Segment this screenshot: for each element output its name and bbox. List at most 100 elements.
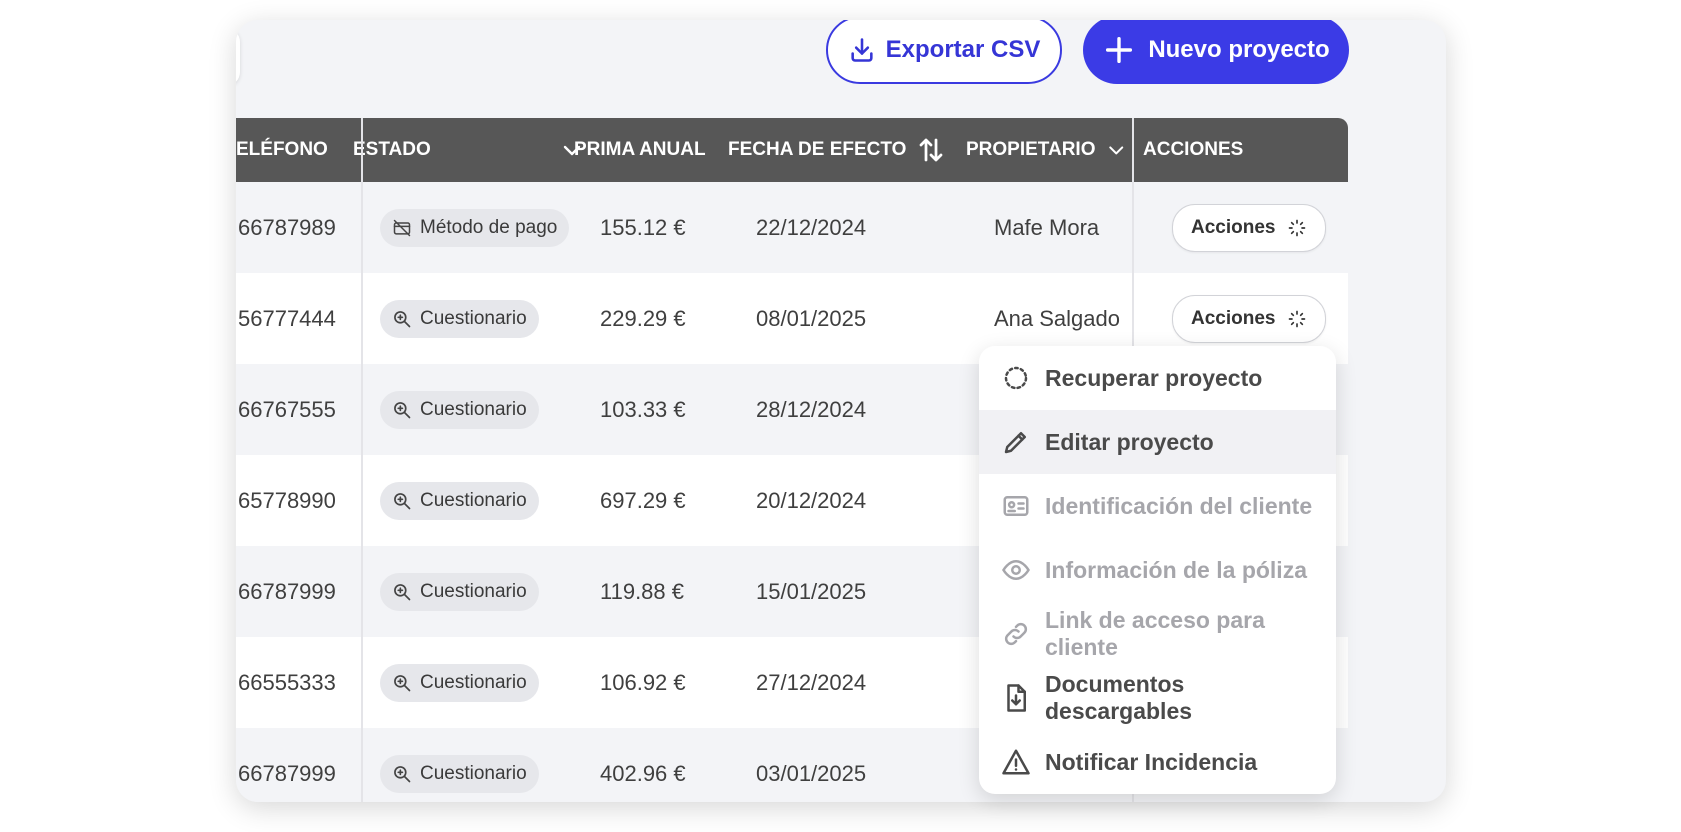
prima-cell: 155.12 €: [600, 214, 686, 240]
menu-item-editar-proyecto[interactable]: Editar proyecto: [979, 410, 1336, 474]
status-label: Cuestionario: [420, 307, 527, 329]
estado-cell: Cuestionario: [380, 546, 539, 637]
column-header-fecha[interactable]: FECHA DE EFECTO: [728, 118, 946, 182]
search-icon: [394, 310, 411, 327]
telefono-cell: 66767555: [238, 396, 336, 422]
status-badge: Cuestionario: [380, 663, 539, 702]
plus-icon: [1106, 36, 1133, 64]
propietario-header-label: PROPIETARIO: [966, 139, 1096, 160]
column-header-prima: PRIMA ANUAL: [574, 139, 706, 160]
estado-cell: Cuestionario: [380, 273, 539, 364]
prima-cell: 103.33 €: [600, 396, 686, 422]
menu-item-informacion-poliza[interactable]: Información de la póliza: [979, 538, 1336, 602]
actions-button[interactable]: Acciones: [1172, 203, 1327, 252]
fecha-cell: 27/12/2024: [756, 669, 867, 695]
menu-item-link-acceso[interactable]: Link de acceso para cliente: [979, 602, 1336, 666]
fecha-cell: 03/01/2025: [756, 760, 867, 786]
status-badge: Cuestionario: [380, 481, 539, 520]
sort-icon[interactable]: [916, 135, 946, 165]
fecha-cell: 20/12/2024: [756, 487, 867, 513]
status-label: Método de pago: [420, 216, 558, 238]
telefono-cell: 66787999: [238, 760, 336, 786]
search-icon: [394, 674, 411, 691]
fecha-cell: 28/12/2024: [756, 396, 867, 422]
menu-item-label: Recuperar proyecto: [1045, 364, 1263, 391]
menu-item-label: Documentos descargables: [1045, 671, 1193, 724]
column-divider: [361, 118, 363, 802]
sparkle-cursor-icon: [1289, 219, 1306, 236]
estado-header-label: ESTADO: [353, 139, 431, 160]
fecha-cell: 15/01/2025: [756, 578, 867, 604]
menu-item-notificar-incidencia[interactable]: Notificar Incidencia: [979, 730, 1336, 794]
estado-cell: Cuestionario: [380, 728, 539, 802]
prima-cell: 402.96 €: [600, 760, 686, 786]
status-label: Cuestionario: [420, 762, 527, 784]
id-card-icon: [1003, 496, 1029, 516]
prima-cell: 119.88 €: [600, 578, 685, 604]
column-header-acciones: ACCIONES: [1143, 139, 1244, 160]
menu-item-label: Editar proyecto: [1045, 428, 1214, 455]
status-label: Cuestionario: [420, 398, 527, 420]
fecha-header-label: FECHA DE EFECTO: [728, 139, 907, 160]
card-off-icon: [393, 219, 411, 236]
search-input[interactable]: [236, 28, 240, 86]
column-header-estado[interactable]: ESTADO: [353, 118, 588, 182]
search-icon: [394, 401, 411, 418]
search-icon: [394, 765, 411, 782]
table-header: ELÉFONO ESTADO PRIMA ANUAL FECHA DE EFEC…: [236, 118, 1348, 182]
status-label: Cuestionario: [420, 489, 527, 511]
menu-item-identificacion-cliente[interactable]: Identificación del cliente: [979, 474, 1336, 538]
telefono-cell: 56777444: [238, 305, 336, 331]
telefono-cell: 66555333: [238, 669, 336, 695]
estado-cell: Método de pago: [380, 182, 570, 273]
column-header-propietario[interactable]: PROPIETARIO: [966, 118, 1126, 182]
status-label: Cuestionario: [420, 580, 527, 602]
estado-cell: Cuestionario: [380, 637, 539, 728]
chevron-down-icon[interactable]: [1106, 138, 1127, 162]
table-row[interactable]: 66787989 Método de pago 155.12 € 22/12/2…: [236, 182, 1348, 273]
menu-item-label: Link de acceso para cliente: [1045, 607, 1265, 660]
status-badge: Método de pago: [380, 208, 570, 247]
menu-item-recuperar-proyecto[interactable]: Recuperar proyecto: [979, 346, 1336, 410]
eye-icon: [1002, 559, 1030, 581]
actions-button[interactable]: Acciones: [1172, 294, 1327, 343]
estado-cell: Cuestionario: [380, 455, 539, 546]
status-label: Cuestionario: [420, 671, 527, 693]
telefono-cell: 65778990: [238, 487, 336, 513]
prima-cell: 106.92 €: [600, 669, 686, 695]
acciones-cell: Acciones: [1172, 182, 1327, 273]
restore-icon: [1004, 366, 1028, 390]
status-badge: Cuestionario: [380, 390, 539, 429]
export-csv-button[interactable]: Exportar CSV: [826, 20, 1062, 84]
actions-dropdown-menu: Recuperar proyecto Editar proyecto Ident…: [979, 346, 1336, 794]
status-badge: Cuestionario: [380, 299, 539, 338]
estado-cell: Cuestionario: [380, 364, 539, 455]
new-project-label: Nuevo proyecto: [1148, 36, 1330, 63]
status-badge: Cuestionario: [380, 754, 539, 793]
export-csv-label: Exportar CSV: [885, 36, 1041, 63]
propietario-cell: Mafe Mora: [994, 214, 1100, 240]
menu-item-documentos-descargables[interactable]: Documentos descargables: [979, 666, 1336, 730]
new-project-button[interactable]: Nuevo proyecto: [1083, 20, 1349, 84]
telefono-cell: 66787989: [238, 214, 336, 240]
download-icon: [851, 38, 873, 62]
status-badge: Cuestionario: [380, 572, 539, 611]
actions-button-label: Acciones: [1191, 216, 1276, 238]
column-header-telefono: ELÉFONO: [236, 139, 328, 160]
warning-icon: [1002, 749, 1030, 775]
download-document-icon: [1007, 684, 1026, 712]
search-icon: [394, 492, 411, 509]
fecha-cell: 08/01/2025: [756, 305, 867, 331]
prima-cell: 697.29 €: [600, 487, 686, 513]
prima-cell: 229.29 €: [600, 305, 686, 331]
search-icon: [394, 583, 411, 600]
menu-item-label: Identificación del cliente: [1045, 492, 1313, 519]
link-icon: [1004, 622, 1028, 646]
pencil-icon: [1004, 432, 1026, 454]
menu-item-label: Información de la póliza: [1045, 556, 1307, 583]
telefono-cell: 66787999: [238, 578, 336, 604]
menu-item-label: Notificar Incidencia: [1045, 748, 1258, 775]
actions-button-label: Acciones: [1191, 307, 1276, 329]
fecha-cell: 22/12/2024: [756, 214, 867, 240]
sparkle-cursor-icon: [1289, 310, 1306, 327]
